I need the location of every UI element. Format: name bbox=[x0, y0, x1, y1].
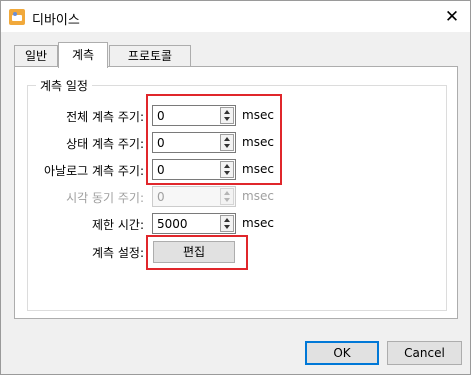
title-bar: 디바이스 ✕ bbox=[1, 1, 470, 32]
close-icon[interactable]: ✕ bbox=[442, 7, 462, 27]
spin-buttons[interactable] bbox=[220, 215, 234, 232]
arrow-down-icon bbox=[224, 198, 230, 202]
arrow-up-icon bbox=[224, 191, 230, 195]
tab-measurement[interactable]: 계측 bbox=[58, 42, 108, 68]
window-title: 디바이스 bbox=[32, 13, 80, 28]
timeout-label: 제한 시간: bbox=[91, 218, 144, 232]
spin-buttons bbox=[220, 188, 234, 205]
time-sync-period-stepper: 0 bbox=[152, 186, 236, 207]
tab-general[interactable]: 일반 bbox=[14, 45, 58, 67]
device-app-icon bbox=[9, 9, 25, 25]
ok-button[interactable]: OK bbox=[305, 341, 379, 365]
arrow-up-icon[interactable] bbox=[224, 218, 230, 222]
measurement-settings-label: 계측 설정: bbox=[91, 246, 144, 260]
arrow-down-icon[interactable] bbox=[224, 225, 230, 229]
time-sync-period-value: 0 bbox=[157, 190, 165, 204]
timeout-unit: msec bbox=[242, 216, 274, 230]
cancel-button[interactable]: Cancel bbox=[387, 341, 462, 365]
tab-protocol[interactable]: 프로토콜 bbox=[109, 45, 191, 67]
timeout-value[interactable]: 5000 bbox=[157, 216, 188, 232]
timeout-stepper[interactable]: 5000 bbox=[152, 213, 236, 234]
time-sync-period-unit: msec bbox=[242, 189, 274, 203]
highlight-box-periods bbox=[146, 94, 282, 185]
device-dialog: 디바이스 ✕ 일반 계측 프로토콜 계측 일정 전체 계측 주기: 0 msec… bbox=[0, 0, 471, 375]
time-sync-period-label: 시각 동기 주기: bbox=[66, 191, 144, 205]
highlight-box-edit bbox=[146, 235, 248, 270]
analog-period-label: 아날로그 계측 주기: bbox=[44, 164, 144, 178]
group-title: 계측 일정 bbox=[36, 77, 92, 94]
status-period-label: 상태 계측 주기: bbox=[66, 137, 144, 151]
total-period-label: 전체 계측 주기: bbox=[66, 110, 144, 124]
